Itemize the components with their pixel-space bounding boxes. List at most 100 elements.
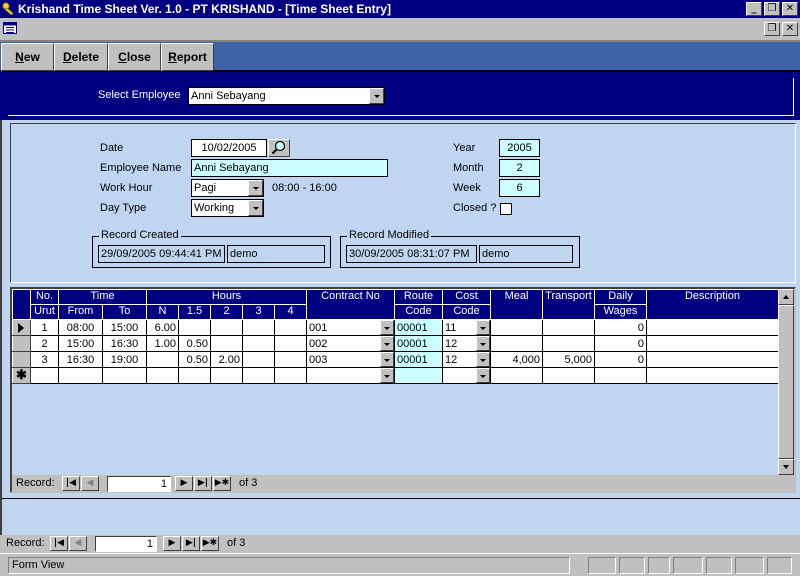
employee-name-field[interactable]: Anni Sebayang [191,159,388,177]
cell-to[interactable]: 15:00 [102,319,147,336]
cell-4[interactable] [274,351,307,368]
new-record-button[interactable]: ▶✱ [213,476,231,491]
cell-1-5[interactable]: 0.50 [178,351,211,368]
report-button[interactable]: Report [161,43,214,71]
main-first-record-button[interactable]: |◀ [50,536,68,551]
cell-description[interactable] [646,367,779,384]
cell-cost-code[interactable]: 12 [442,335,491,352]
chevron-down-icon[interactable] [476,352,490,367]
cell-meal[interactable] [490,367,543,384]
cell-n[interactable]: 1.00 [146,335,179,352]
cell-route-code[interactable]: 00001 [394,351,443,368]
chevron-down-icon[interactable] [476,368,490,383]
table-row[interactable]: 2 15:00 16:30 1.00 0.50 002 00001 12 0 [12,335,779,352]
main-new-record-button[interactable]: ▶✱ [201,536,219,551]
main-last-record-button[interactable]: ▶| [182,536,200,551]
date-lookup-button[interactable] [268,139,290,157]
chevron-down-icon[interactable] [248,180,263,196]
cell-2[interactable] [210,367,243,384]
cell-contract-no[interactable]: 003 [306,351,395,368]
date-field[interactable]: 10/02/2005 [191,139,267,157]
cell-cost-code[interactable] [442,367,491,384]
cell-from[interactable]: 16:30 [58,351,103,368]
chevron-down-icon[interactable] [476,336,490,351]
row-selector[interactable]: ✱ [12,367,31,384]
chevron-down-icon[interactable] [369,88,384,104]
mdi-close-button[interactable]: ✕ [782,22,798,36]
scroll-down-icon[interactable] [778,459,794,475]
cell-3[interactable] [242,319,275,336]
select-employee-combo[interactable]: Anni Sebayang [188,87,385,105]
cell-4[interactable] [274,367,307,384]
cell-daily-wages[interactable]: 0 [594,335,647,352]
cell-contract-no[interactable]: 002 [306,335,395,352]
chevron-down-icon[interactable] [380,368,394,383]
last-record-button[interactable]: ▶| [194,476,212,491]
cell-urut[interactable]: 3 [30,351,59,368]
table-row[interactable]: 1 08:00 15:00 6.00 001 00001 11 0 [12,319,779,336]
cell-description[interactable] [646,351,779,368]
minimize-button[interactable]: _ [746,2,762,16]
cell-2[interactable]: 2.00 [210,351,243,368]
cell-1-5[interactable] [178,367,211,384]
cell-urut[interactable]: 1 [30,319,59,336]
chevron-down-icon[interactable] [380,320,394,335]
cell-urut[interactable]: 2 [30,335,59,352]
cell-to[interactable]: 19:00 [102,351,147,368]
main-previous-record-button[interactable]: ◀ [69,536,87,551]
cell-cost-code[interactable]: 11 [442,319,491,336]
cell-route-code[interactable]: 00001 [394,319,443,336]
table-row[interactable]: 3 16:30 19:00 0.50 2.00 003 00001 12 4,0… [12,351,779,368]
cell-n[interactable]: 6.00 [146,319,179,336]
cell-n[interactable] [146,367,179,384]
main-next-record-button[interactable]: ▶ [163,536,181,551]
row-selector[interactable] [12,319,31,336]
cell-transport[interactable]: 5,000 [542,351,595,368]
new-record-row[interactable]: ✱ [12,367,779,384]
previous-record-button[interactable]: ◀ [81,476,99,491]
delete-button[interactable]: Delete [54,43,108,71]
cell-transport[interactable] [542,335,595,352]
cell-route-code[interactable] [394,367,443,384]
chevron-down-icon[interactable] [380,352,394,367]
subform-record-number-input[interactable]: 1 [107,476,171,492]
first-record-button[interactable]: |◀ [62,476,80,491]
next-record-button[interactable]: ▶ [175,476,193,491]
cell-3[interactable] [242,335,275,352]
cell-1-5[interactable] [178,319,211,336]
main-record-number-input[interactable]: 1 [95,536,157,552]
cell-urut[interactable] [30,367,59,384]
cell-2[interactable] [210,319,243,336]
cell-3[interactable] [242,351,275,368]
scroll-thumb[interactable] [778,305,794,459]
cell-to[interactable]: 16:30 [102,335,147,352]
row-selector[interactable] [12,351,31,368]
cell-daily-wages[interactable]: 0 [594,351,647,368]
close-button[interactable]: Close [108,43,161,71]
cell-transport[interactable] [542,319,595,336]
cell-from[interactable] [58,367,103,384]
new-button[interactable]: New [1,43,54,71]
cell-4[interactable] [274,319,307,336]
chevron-down-icon[interactable] [380,336,394,351]
cell-from[interactable]: 08:00 [58,319,103,336]
restore-button[interactable]: ❐ [764,2,780,16]
day-type-combo[interactable]: Working [191,199,264,217]
week-field[interactable]: 6 [499,179,540,197]
cell-1-5[interactable]: 0.50 [178,335,211,352]
cell-transport[interactable] [542,367,595,384]
cell-route-code[interactable]: 00001 [394,335,443,352]
grid-vertical-scrollbar[interactable] [778,289,794,475]
cell-3[interactable] [242,367,275,384]
cell-meal[interactable] [490,319,543,336]
cell-description[interactable] [646,319,779,336]
work-hour-combo[interactable]: Pagi [191,179,264,197]
cell-n[interactable] [146,351,179,368]
cell-contract-no[interactable]: 001 [306,319,395,336]
cell-daily-wages[interactable]: 0 [594,319,647,336]
cell-from[interactable]: 15:00 [58,335,103,352]
cell-contract-no[interactable] [306,367,395,384]
scroll-up-icon[interactable] [778,289,794,305]
chevron-down-icon[interactable] [248,200,263,216]
chevron-down-icon[interactable] [476,320,490,335]
